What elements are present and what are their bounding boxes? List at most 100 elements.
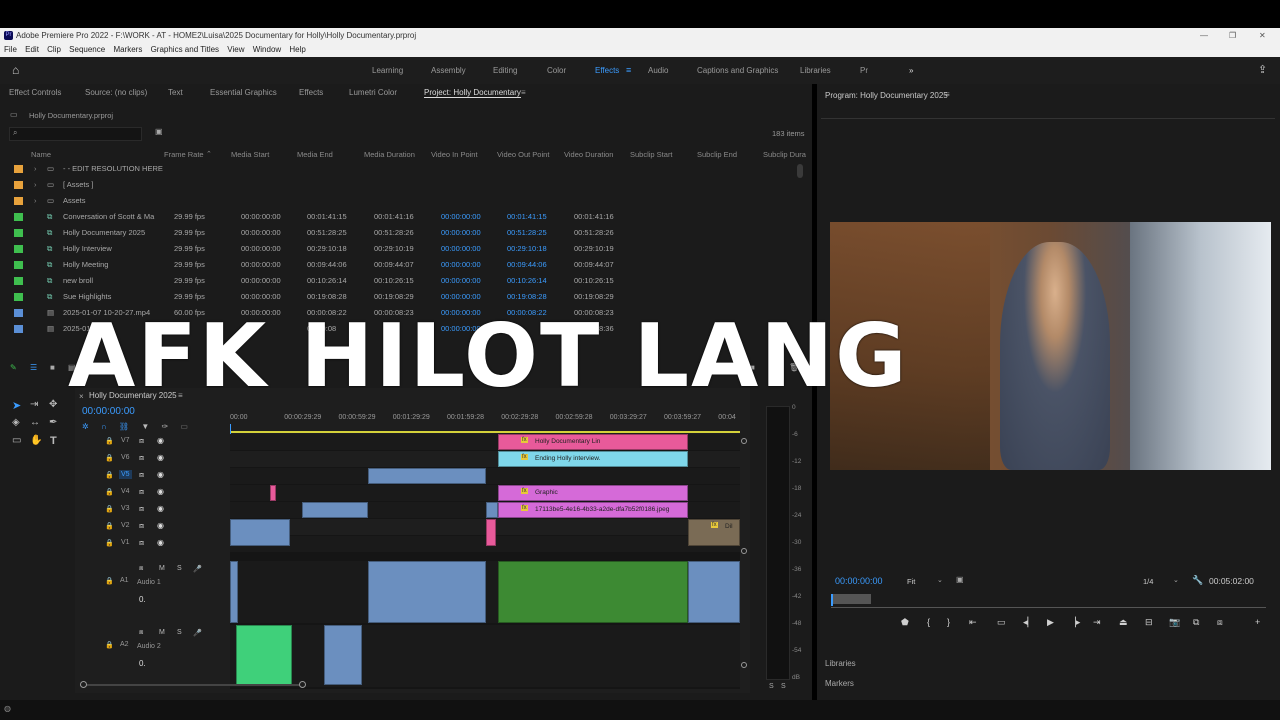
item-name[interactable]: Assets	[63, 193, 86, 209]
program-playhead[interactable]	[831, 594, 833, 606]
workspace-color[interactable]: Color	[547, 57, 566, 84]
item-name[interactable]: Conversation of Scott & Ma	[63, 209, 154, 225]
eye-icon[interactable]: ◉	[157, 436, 164, 445]
item-name[interactable]: new broll	[63, 273, 93, 289]
track-target-v7[interactable]: V7	[119, 436, 132, 445]
settings-wrench-icon[interactable]: ✑	[161, 422, 168, 431]
nest-icon[interactable]: ✲	[82, 422, 89, 431]
clip-a1-broll[interactable]	[368, 561, 486, 623]
track-target-v6[interactable]: V6	[119, 453, 132, 462]
wrench-icon[interactable]: 🔧	[1192, 575, 1203, 586]
mark-out-button[interactable]: }	[947, 617, 950, 627]
sync-lock-icon[interactable]: ⧈	[139, 538, 144, 548]
menu-graphics[interactable]: Graphics and Titles	[151, 45, 219, 54]
cell-vin[interactable]: 00:00:00:00	[441, 241, 481, 257]
audio-track-id[interactable]: A1	[120, 577, 129, 584]
col-frame-rate[interactable]: Frame Rate	[164, 150, 204, 159]
col-subclip-duration[interactable]: Subclip Dura	[763, 150, 806, 159]
maximize-icon[interactable]: ❐	[1229, 28, 1236, 43]
tab-text[interactable]: Text	[168, 88, 183, 97]
hscroll-handle-right[interactable]	[299, 681, 306, 688]
project-row[interactable]: ⧉ new broll 29.99 fps 00:00:00:00 00:10:26:1…	[10, 273, 800, 289]
label-color-swatch[interactable]	[14, 229, 23, 237]
share-icon[interactable]: ⇪	[1258, 63, 1267, 76]
sync-lock-icon[interactable]: ⧈	[139, 629, 143, 637]
slip-tool-icon[interactable]: ↔	[30, 417, 40, 428]
eye-icon[interactable]: ◉	[157, 487, 164, 496]
cell-vout[interactable]: 00:19:08:28	[507, 289, 547, 305]
workspace-captions[interactable]: Captions and Graphics	[697, 57, 778, 84]
razor-tool-icon[interactable]: ◈	[12, 417, 20, 428]
workspace-audio[interactable]: Audio	[648, 57, 668, 84]
workspace-editing[interactable]: Editing	[493, 57, 517, 84]
new-bin-icon[interactable]: ▣	[155, 127, 163, 136]
item-name[interactable]: [ Assets ]	[63, 177, 93, 193]
program-title[interactable]: Program: Holly Documentary 2025	[825, 91, 948, 100]
lock-icon[interactable]: 🔒	[105, 539, 114, 547]
clip-v3-small[interactable]	[270, 485, 276, 501]
menu-sequence[interactable]: Sequence	[69, 45, 105, 54]
linked-select-icon[interactable]: ⛓	[119, 422, 129, 431]
lock-icon[interactable]: 🔒	[105, 577, 114, 585]
add-marker-icon[interactable]: ▼	[141, 422, 149, 431]
button-editor-icon[interactable]: +	[1255, 617, 1260, 627]
audio-track-header[interactable]: 🔒 ⧈ M S 🎤 A2 Audio 2 0.	[75, 625, 230, 687]
tab-source[interactable]: Source: (no clips)	[85, 88, 147, 97]
label-color-swatch[interactable]	[14, 277, 23, 285]
resolution-dropdown-icon[interactable]: ⌄	[1173, 576, 1179, 584]
menu-markers[interactable]: Markers	[113, 45, 142, 54]
lock-icon[interactable]: 🔒	[105, 641, 114, 649]
step-back-button[interactable]: ◂▏	[1023, 617, 1034, 628]
go-to-out-button[interactable]: ⇥	[1093, 617, 1101, 628]
video-track-header[interactable]: 🔒 V6 ⧈ ◉	[75, 451, 230, 468]
clip-graphic[interactable]: fx Graphic	[498, 485, 688, 501]
libraries-panel-tab[interactable]: Libraries	[825, 659, 856, 668]
add-marker-button[interactable]: ⬟	[901, 617, 909, 628]
clip-v4-broll[interactable]	[368, 468, 486, 484]
menu-window[interactable]: Window	[253, 45, 281, 54]
menu-view[interactable]: View	[227, 45, 244, 54]
clip-jpeg[interactable]: fx 17113be5-4e16-4b33-a2de-dfa7b52f0186.j…	[498, 502, 688, 518]
item-name[interactable]: Sue Highlights	[63, 289, 111, 305]
project-search-input[interactable]: ⌕	[9, 127, 142, 141]
sync-lock-icon[interactable]: ⧈	[139, 521, 144, 531]
scroll-handle-mid[interactable]	[741, 548, 747, 554]
sync-lock-icon[interactable]: ⧈	[139, 487, 144, 497]
label-color-swatch[interactable]	[14, 261, 23, 269]
item-name[interactable]: Holly Documentary 2025	[63, 225, 145, 241]
audio-track-volume[interactable]: 0.	[139, 659, 146, 668]
menu-clip[interactable]: Clip	[47, 45, 61, 54]
project-row[interactable]: › ▭ [ Assets ]	[10, 177, 800, 193]
label-color-swatch[interactable]	[14, 181, 23, 189]
tab-project-menu-icon[interactable]: ≡	[521, 88, 526, 97]
scroll-handle-bottom[interactable]	[741, 662, 747, 668]
tab-essential-graphics[interactable]: Essential Graphics	[210, 88, 277, 97]
col-subclip-end[interactable]: Subclip End	[697, 150, 737, 159]
label-color-swatch[interactable]	[14, 293, 23, 301]
project-row[interactable]: ⧉ Holly Interview 29.99 fps 00:00:00:00 00:2…	[10, 241, 800, 257]
clip-v1-pink[interactable]	[486, 519, 496, 546]
menu-help[interactable]: Help	[289, 45, 305, 54]
video-track-row[interactable]	[230, 536, 740, 552]
cell-vout[interactable]: 00:10:26:14	[507, 273, 547, 289]
captions-icon[interactable]: ▭	[180, 422, 188, 431]
rectangle-tool-icon[interactable]: ▭	[12, 435, 21, 446]
cell-vout[interactable]: 00:09:44:06	[507, 257, 547, 273]
solo-button[interactable]: S	[177, 565, 182, 572]
audio-track-header[interactable]: 🔒 ⧈ M S 🎤 A1 Audio 1 0.	[75, 561, 230, 623]
sync-lock-icon[interactable]: ⧈	[139, 504, 144, 514]
sync-lock-icon[interactable]: ⧈	[139, 453, 144, 463]
fit-dropdown-icon[interactable]: ⌄	[937, 576, 943, 584]
project-row[interactable]: ⧉ Holly Meeting 29.99 fps 00:00:00:00 00:09:…	[10, 257, 800, 273]
home-icon[interactable]: ⌂	[12, 63, 19, 77]
col-media-start[interactable]: Media Start	[231, 150, 269, 159]
play-button[interactable]: ▶	[1047, 617, 1054, 628]
eye-icon[interactable]: ◉	[157, 504, 164, 513]
col-name[interactable]: Name	[31, 150, 51, 159]
lift-button[interactable]: ⏏	[1119, 617, 1128, 628]
timeline-vscroll[interactable]	[741, 438, 747, 668]
program-timecode[interactable]: 00:00:00:00	[835, 576, 883, 586]
export-frame-button[interactable]: 📷	[1169, 617, 1180, 628]
step-forward-button[interactable]: ▕▸	[1069, 617, 1080, 628]
program-settings-icon[interactable]: ▣	[956, 575, 964, 584]
